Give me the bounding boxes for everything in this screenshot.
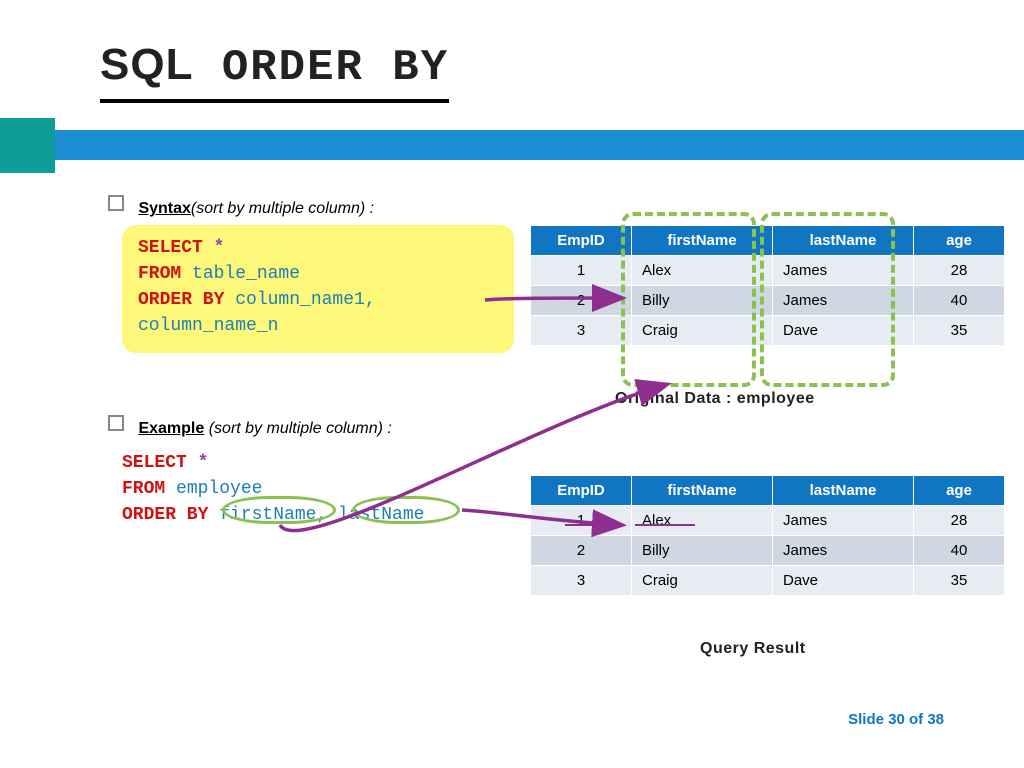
code-line: FROM table_name xyxy=(138,261,498,287)
th-empid: EmpID xyxy=(531,476,632,506)
bullet-icon xyxy=(108,195,124,211)
code-line: SELECT * xyxy=(138,235,498,261)
accent-bar xyxy=(0,130,1024,160)
th-lastname: lastName xyxy=(773,476,914,506)
highlight-firstname-code xyxy=(222,496,336,524)
th-age: age xyxy=(914,476,1005,506)
title-orderby: ORDER BY xyxy=(193,43,449,93)
code-line: ORDER BY column_name1, xyxy=(138,287,498,313)
table-row: 1 Alex James 28 xyxy=(531,506,1005,536)
highlight-lastname-col xyxy=(760,212,895,387)
bullet-icon xyxy=(108,415,124,431)
table-result: EmpID firstName lastName age 1 Alex Jame… xyxy=(530,475,1005,596)
caption-result: Query Result xyxy=(700,640,806,658)
bullet-syntax-label: Syntax xyxy=(138,200,190,217)
title-sql: SQL xyxy=(100,40,193,89)
bullet-example: Example (sort by multiple column) : xyxy=(108,415,392,438)
slide: SQL ORDER BY Syntax(sort by multiple col… xyxy=(0,0,1024,768)
th-age: age xyxy=(914,226,1005,256)
code-line: column_name_n xyxy=(138,313,498,339)
th-empid: EmpID xyxy=(531,226,632,256)
code-syntax: SELECT * FROM table_name ORDER BY column… xyxy=(122,225,514,353)
th-firstname: firstName xyxy=(632,476,773,506)
highlight-lastname-code xyxy=(352,496,460,524)
bullet-syntax-sub: (sort by multiple column) : xyxy=(191,200,374,217)
bullet-example-sub: (sort by multiple column) : xyxy=(204,420,392,437)
slide-footer: Slide 30 of 38 xyxy=(848,711,944,728)
bullet-example-label: Example xyxy=(138,420,204,437)
highlight-firstname-col xyxy=(621,212,756,387)
page-title: SQL ORDER BY xyxy=(100,40,449,103)
caption-original: Original Data : employee xyxy=(615,390,815,408)
accent-box xyxy=(0,118,55,173)
bullet-syntax: Syntax(sort by multiple column) : xyxy=(108,195,374,218)
code-line: SELECT * xyxy=(122,450,424,476)
table-row: 3 Craig Dave 35 xyxy=(531,566,1005,596)
table-row: 2 Billy James 40 xyxy=(531,536,1005,566)
